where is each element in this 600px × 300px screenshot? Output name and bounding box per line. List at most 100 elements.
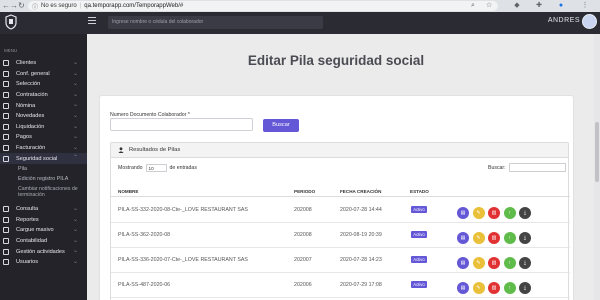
trash-icon[interactable]: ▥: [488, 282, 500, 294]
sidebar-item-label: Conf. general: [16, 70, 50, 77]
info-icon: ⓘ: [32, 4, 39, 11]
sign-in-icon: [3, 92, 9, 99]
scrollbar-thumb[interactable]: [595, 122, 599, 182]
sidebar-item-seleccion[interactable]: Selección ⌄: [0, 79, 87, 90]
sign-in-icon: [3, 227, 9, 234]
sidebar-item-consulta[interactable]: Consulta ⌄: [0, 204, 87, 215]
trash-icon[interactable]: ▥: [488, 232, 500, 244]
table-row: PILA-SS-332-2020-08-Cte-_LOVE RESTAURANT…: [111, 198, 570, 223]
sidebar-item-pagos[interactable]: Pagos ⌄: [0, 132, 87, 143]
table-header: NOMBRE PERIODO FECHA CREACIÓN ESTADO: [111, 185, 570, 197]
upload-icon[interactable]: ↑: [503, 282, 516, 294]
forward-icon[interactable]: →: [10, 0, 18, 12]
pencil-icon[interactable]: ✎: [472, 232, 485, 244]
trash-icon[interactable]: ▥: [488, 257, 500, 269]
sidebar-item-label: Novedades: [16, 113, 45, 120]
sidebar-item-label: Gestión actividades: [16, 248, 65, 255]
page-title: Editar Pila seguridad social: [247, 53, 425, 68]
temporapp-logo-icon[interactable]: [4, 14, 18, 30]
download-icon[interactable]: ⤓: [519, 207, 531, 219]
pencil-icon[interactable]: ✎: [472, 282, 485, 294]
sidebar-item-contabilidad[interactable]: Contabilidad ⌄: [0, 236, 87, 247]
file-icon[interactable]: ▤: [457, 257, 469, 269]
sidebar-item-conf-general[interactable]: Conf. general ⌄: [0, 69, 87, 80]
column-header-fecha[interactable]: FECHA CREACIÓN: [340, 189, 381, 194]
sidebar-item-nomina[interactable]: Nómina ⌄: [0, 100, 87, 111]
sidebar-item-gestion-actividades[interactable]: Gestión actividades ⌄: [0, 246, 87, 257]
column-header-estado[interactable]: ESTADO: [410, 189, 429, 194]
upload-icon[interactable]: ↑: [503, 207, 516, 219]
document-number-input[interactable]: [110, 118, 253, 131]
pencil-icon[interactable]: ✎: [472, 257, 485, 269]
file-icon[interactable]: ▤: [457, 232, 469, 244]
avatar[interactable]: [582, 14, 597, 29]
row-actions: ▤ ✎ ▥ ↑ ⤓: [457, 207, 535, 219]
app-header: Ingrese nombre o cédula del colaborador …: [0, 12, 600, 34]
sidebar-item-clientes[interactable]: Clientes ⌄: [0, 58, 87, 69]
sidebar-item-label: Selección: [16, 81, 41, 88]
page-scrollbar[interactable]: [594, 34, 600, 300]
results-title: Resultados de Pilas: [129, 147, 181, 153]
trash-icon[interactable]: ▥: [488, 207, 500, 219]
status-badge: Activo: [411, 206, 427, 213]
file-icon[interactable]: ▤: [457, 282, 469, 294]
menu-title: MENU: [4, 48, 18, 53]
profile-icon[interactable]: ●: [556, 1, 566, 11]
table-search-input[interactable]: [509, 163, 566, 172]
download-icon[interactable]: ⤓: [519, 232, 531, 244]
user-name[interactable]: ANDRES: [548, 17, 580, 24]
download-icon[interactable]: ⤓: [519, 282, 531, 294]
star-icon[interactable]: ☆: [484, 1, 494, 11]
download-icon[interactable]: ⤓: [519, 257, 531, 269]
cell-fecha: 2020-07-28 14:44: [340, 207, 382, 213]
menu-dots-icon[interactable]: ⋮: [580, 1, 590, 11]
sidebar-item-label: Cargue masivo: [16, 227, 54, 234]
upload-icon[interactable]: ↑: [503, 232, 516, 244]
row-actions: ▤ ✎ ▥ ↑ ⤓: [457, 282, 535, 294]
chevron-down-icon: ⌄: [72, 102, 78, 109]
column-header-periodo[interactable]: PERIODO: [294, 189, 315, 194]
sidebar-item-cargue-masivo[interactable]: Cargue masivo ⌄: [0, 225, 87, 236]
sidebar-item-contratacion[interactable]: Contratación ⌄: [0, 90, 87, 101]
address-separator: |: [79, 3, 82, 9]
sign-in-icon: [3, 81, 9, 88]
sidebar-item-liquidacion[interactable]: Liquidación ⌄: [0, 122, 87, 133]
cell-fecha: 2020-07-29 17:08: [340, 282, 382, 288]
translate-icon[interactable]: ⌕: [468, 1, 478, 11]
show-label: Mostrando: [118, 165, 143, 171]
collaborator-search-input[interactable]: Ingrese nombre o cédula del colaborador: [108, 16, 323, 29]
cell-nombre: PILA-SS-487-2020-06: [118, 282, 171, 288]
sidebar-item-reportes[interactable]: Reportes ⌄: [0, 215, 87, 226]
sidebar-item-facturacion[interactable]: Facturación ⌄: [0, 143, 87, 154]
sidebar-subitem-edicion-pila[interactable]: Edición registro PILA: [0, 174, 87, 184]
reload-icon[interactable]: ↻: [18, 0, 25, 12]
extension-icon[interactable]: ◆: [512, 1, 522, 11]
column-header-nombre[interactable]: NOMBRE: [118, 189, 138, 194]
hamburger-icon[interactable]: [88, 17, 96, 25]
chevron-up-icon: ⌃: [72, 155, 78, 162]
cell-periodo: 202008: [294, 207, 312, 213]
sidebar-subitem-pila[interactable]: Pila: [0, 164, 87, 174]
row-actions: ▤ ✎ ▥ ↑ ⤓: [457, 257, 535, 269]
sidebar-item-novedades[interactable]: Novedades ⌄: [0, 111, 87, 122]
pencil-icon[interactable]: ✎: [472, 207, 485, 219]
sidebar-item-usuarios[interactable]: Usuarios ⌄: [0, 257, 87, 268]
search-button[interactable]: Buscar: [263, 119, 299, 132]
puzzle-icon[interactable]: ✚: [534, 1, 544, 11]
sidebar-item-label: Reportes: [16, 216, 39, 223]
back-icon[interactable]: ←: [2, 0, 10, 12]
upload-icon[interactable]: ↑: [503, 257, 516, 269]
sidebar-item-seguridad-social[interactable]: Seguridad social ⌃: [0, 153, 87, 164]
sidebar-item-label: Nómina: [16, 102, 36, 109]
table-row: PILA-SS-487-2020-06 202006 2020-07-29 17…: [111, 273, 570, 298]
page-length-select[interactable]: 10: [145, 164, 167, 172]
sign-in-icon: [3, 238, 9, 245]
sidebar-subitem-label: Edición registro PILA: [18, 175, 69, 182]
file-icon[interactable]: ▤: [457, 207, 469, 219]
status-badge: Activo: [411, 281, 427, 288]
sign-in-icon: [3, 259, 9, 266]
status-badge: Activo: [411, 256, 427, 263]
sidebar-subitem-notificaciones[interactable]: Cambiar notificaciones de terminación: [0, 184, 87, 200]
cell-fecha: 2020-07-28 14:23: [340, 257, 382, 263]
address-bar[interactable]: ⓘ No es seguro | qa.temporapp.com/Tempor…: [28, 1, 498, 11]
